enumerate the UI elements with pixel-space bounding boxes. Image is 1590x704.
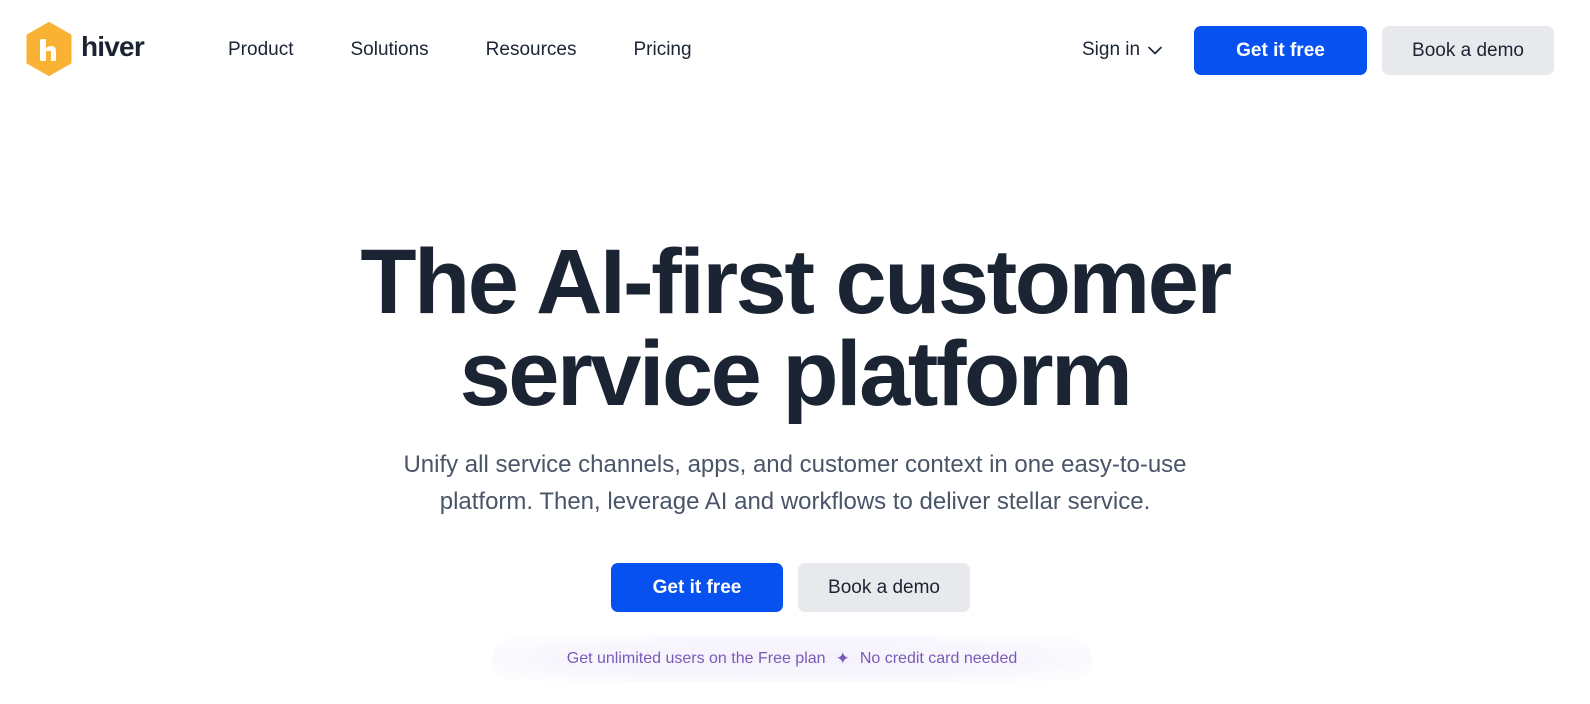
- hiver-hexagon-logo-icon: [25, 22, 73, 76]
- header-get-it-free-label: Get it free: [1236, 39, 1325, 61]
- nav-item-product[interactable]: Product: [228, 38, 293, 62]
- hero-title-line-1: The AI-first customer: [360, 231, 1232, 333]
- main-nav: Product Solutions Resources Pricing: [228, 38, 692, 62]
- sign-in-dropdown[interactable]: Sign in: [1082, 38, 1162, 62]
- sparkle-icon: ✦: [835, 649, 850, 668]
- nav-item-resources[interactable]: Resources: [486, 38, 577, 62]
- hero-title-line-2: service platform: [459, 323, 1133, 425]
- chevron-down-icon: [1148, 45, 1162, 55]
- header-get-it-free-button[interactable]: Get it free: [1194, 26, 1367, 75]
- brand-logo[interactable]: hiver: [25, 22, 145, 76]
- hero-subtitle-line-2: platform. Then, leverage AI and workflow…: [439, 488, 1151, 515]
- brand-name: hiver: [81, 31, 145, 62]
- free-plan-note-text: Get unlimited users on the Free plan: [566, 650, 826, 667]
- hero-get-it-free-button[interactable]: Get it free: [611, 563, 783, 612]
- free-plan-note: Get unlimited users on the Free plan ✦ N…: [492, 636, 1092, 682]
- hero-subtitle: Unify all service channels, apps, and cu…: [0, 446, 1590, 520]
- hero-subtitle-line-1: Unify all service channels, apps, and cu…: [403, 451, 1187, 478]
- hero-book-demo-label: Book a demo: [828, 576, 940, 598]
- hero-get-it-free-label: Get it free: [652, 576, 742, 598]
- nav-item-solutions[interactable]: Solutions: [350, 38, 428, 62]
- page: hiver Product Solutions Resources Pricin…: [0, 0, 1590, 704]
- nav-item-pricing[interactable]: Pricing: [633, 38, 691, 62]
- hero-title: The AI-first customer service platform: [0, 236, 1590, 420]
- sign-in-label: Sign in: [1082, 39, 1141, 60]
- site-header: hiver Product Solutions Resources Pricin…: [0, 0, 1590, 100]
- no-credit-card-text: No credit card needed: [859, 650, 1018, 667]
- header-book-demo-label: Book a demo: [1412, 39, 1524, 61]
- header-book-demo-button[interactable]: Book a demo: [1382, 26, 1554, 75]
- hero-book-demo-button[interactable]: Book a demo: [798, 563, 970, 612]
